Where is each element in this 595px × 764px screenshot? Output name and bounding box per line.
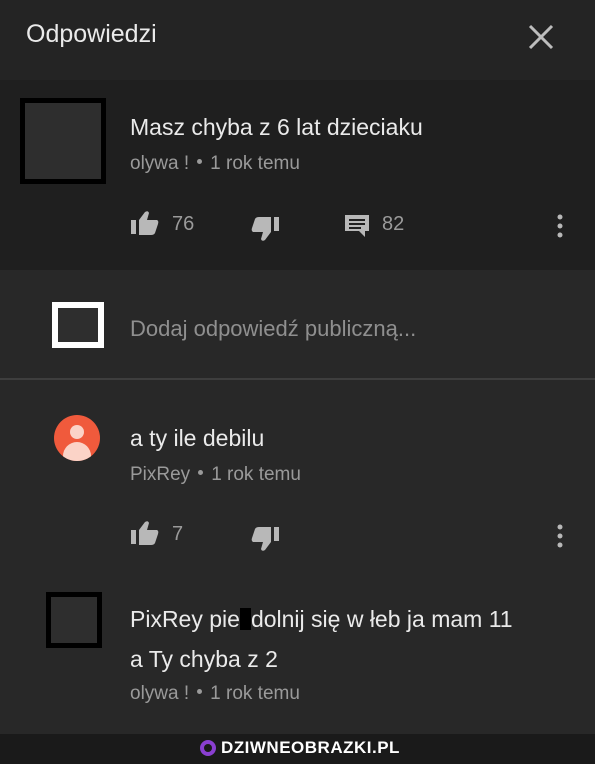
- separator-dot: [197, 689, 203, 695]
- reply-text-part: dolnij się w łeb ja mam 11: [250, 606, 513, 632]
- watermark-text: DZIWNEOBRAZKI.PL: [221, 738, 400, 757]
- thumbs-up-icon[interactable]: [130, 520, 160, 546]
- like-count: 76: [172, 213, 195, 235]
- reply-text-part: PixRey pie: [130, 606, 240, 632]
- header-title: Odpowiedzi: [26, 20, 157, 48]
- user-body-icon: [63, 442, 91, 461]
- comment-author[interactable]: olywa !: [130, 153, 189, 174]
- separator-dot: [198, 470, 204, 476]
- comment-time: 1 rok temu: [210, 153, 300, 174]
- reply-author[interactable]: PixRey: [130, 464, 190, 485]
- thumbs-up-icon[interactable]: [130, 210, 160, 236]
- divider: [0, 378, 595, 380]
- censor-block: [239, 608, 251, 630]
- separator-dot: [197, 159, 203, 165]
- more-options-icon[interactable]: [556, 214, 564, 238]
- reply-time: 1 rok temu: [211, 464, 301, 485]
- reply-text-line2: a Ty chyba z 2: [130, 646, 278, 672]
- reply-count: 82: [382, 213, 405, 235]
- thumbs-down-icon[interactable]: [250, 216, 280, 242]
- reply-meta: PixRey 1 rok temu: [130, 464, 301, 486]
- watermark-logo-icon: [200, 740, 216, 756]
- comment-icon[interactable]: [344, 214, 370, 238]
- comment-meta: olywa ! 1 rok temu: [130, 153, 300, 175]
- user-head-icon: [70, 425, 84, 439]
- reply-author[interactable]: olywa !: [130, 683, 189, 704]
- thumbs-down-icon[interactable]: [250, 526, 280, 552]
- reply-input[interactable]: Dodaj odpowiedź publiczną...: [130, 316, 416, 342]
- my-avatar: [52, 302, 104, 348]
- avatar[interactable]: [54, 415, 100, 461]
- top-comment: Masz chyba z 6 lat dzieciaku olywa ! 1 ro…: [0, 80, 595, 270]
- like-count: 7: [172, 523, 184, 545]
- avatar[interactable]: [20, 98, 106, 184]
- reply-meta: olywa ! 1 rok temu: [130, 683, 300, 705]
- replies-header: Odpowiedzi: [0, 0, 595, 80]
- reply-text: a ty ile debilu: [130, 425, 265, 451]
- comment-text: Masz chyba z 6 lat dzieciaku: [130, 114, 423, 140]
- reply-text-line1: PixRey pie dolnij się w łeb ja mam 11: [130, 606, 513, 633]
- avatar[interactable]: [46, 592, 102, 648]
- reply-time: 1 rok temu: [210, 683, 300, 704]
- watermark-bar: DZIWNEOBRAZKI.PL: [0, 734, 595, 764]
- more-options-icon[interactable]: [556, 524, 564, 548]
- close-icon[interactable]: [526, 22, 556, 52]
